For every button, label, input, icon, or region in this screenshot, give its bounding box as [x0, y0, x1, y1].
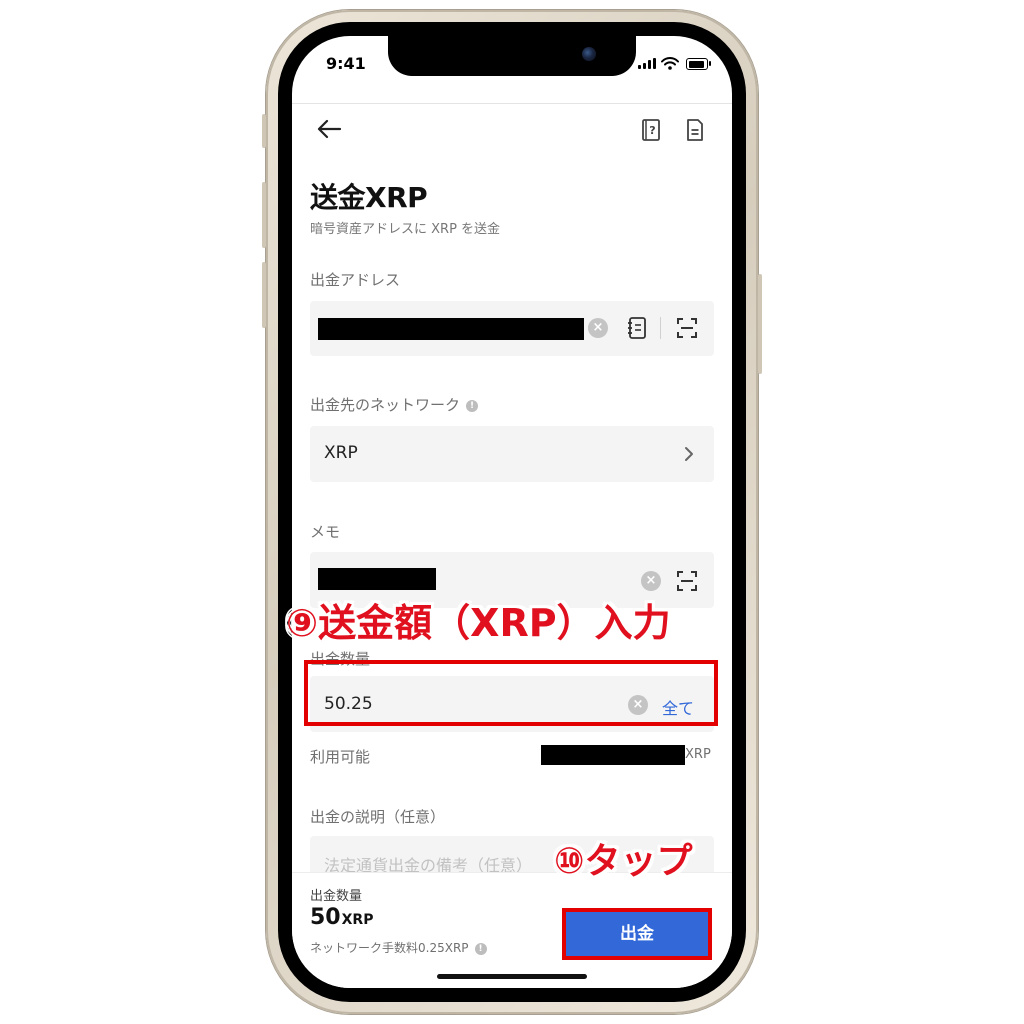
- network-value: XRP: [324, 443, 358, 463]
- scan-icon[interactable]: [676, 317, 698, 339]
- clear-icon[interactable]: ×: [588, 318, 608, 338]
- available-label: 利用可能: [310, 748, 371, 766]
- memo-label: メモ: [310, 523, 341, 541]
- available-redacted: [541, 745, 685, 765]
- volume-up-button: [262, 182, 266, 248]
- wifi-icon: [661, 57, 679, 70]
- scan-icon[interactable]: [676, 570, 698, 592]
- available-unit: XRP: [685, 747, 711, 762]
- home-indicator: [437, 974, 587, 979]
- fee-row: ネットワーク手数料0.25XRP!: [310, 939, 487, 956]
- clear-icon[interactable]: ×: [641, 571, 661, 591]
- volume-down-button: [262, 262, 266, 328]
- app-top-divider: [292, 103, 732, 104]
- step9-annotation: ⑨送金額（XRP）入力: [286, 601, 671, 645]
- address-field[interactable]: ×: [310, 301, 714, 356]
- amount-highlight-box: [304, 660, 718, 726]
- page-title: 送金XRP: [310, 181, 428, 214]
- arrow-left-icon[interactable]: [316, 118, 342, 140]
- network-label: 出金先のネットワーク!: [310, 394, 479, 415]
- address-book-icon[interactable]: [626, 316, 648, 340]
- chevron-right-icon: [685, 447, 693, 461]
- summary-amount-row: 50XRP: [310, 905, 373, 930]
- signal-icon: [638, 58, 656, 69]
- withdraw-button[interactable]: 出金: [562, 908, 712, 960]
- notch: [388, 36, 636, 76]
- summary-label: 出金数量: [310, 889, 363, 904]
- power-button: [758, 274, 762, 374]
- camera-icon: [582, 47, 596, 61]
- svg-text:?: ?: [649, 124, 655, 137]
- address-label: 出金アドレス: [310, 271, 401, 289]
- info-icon[interactable]: !: [466, 399, 479, 412]
- status-time: 9:41: [326, 54, 366, 73]
- info-icon[interactable]: !: [474, 942, 487, 955]
- description-label: 出金の説明（任意）: [310, 808, 446, 826]
- field-divider: [660, 317, 661, 339]
- network-label-text: 出金先のネットワーク: [310, 396, 461, 414]
- page-subtitle: 暗号資産アドレスに XRP を送金: [310, 222, 501, 237]
- network-selector[interactable]: XRP: [310, 426, 714, 482]
- document-icon[interactable]: [684, 118, 706, 142]
- help-book-icon[interactable]: ?: [640, 118, 662, 142]
- address-redacted: [318, 318, 584, 340]
- summary-unit: XRP: [341, 912, 374, 928]
- silent-switch: [262, 114, 266, 148]
- step10-annotation: ⑩タップ: [554, 841, 693, 882]
- battery-icon: [686, 58, 708, 70]
- memo-redacted: [318, 568, 436, 590]
- fee-text: ネットワーク手数料0.25XRP: [310, 941, 469, 955]
- summary-amount: 50: [310, 905, 341, 930]
